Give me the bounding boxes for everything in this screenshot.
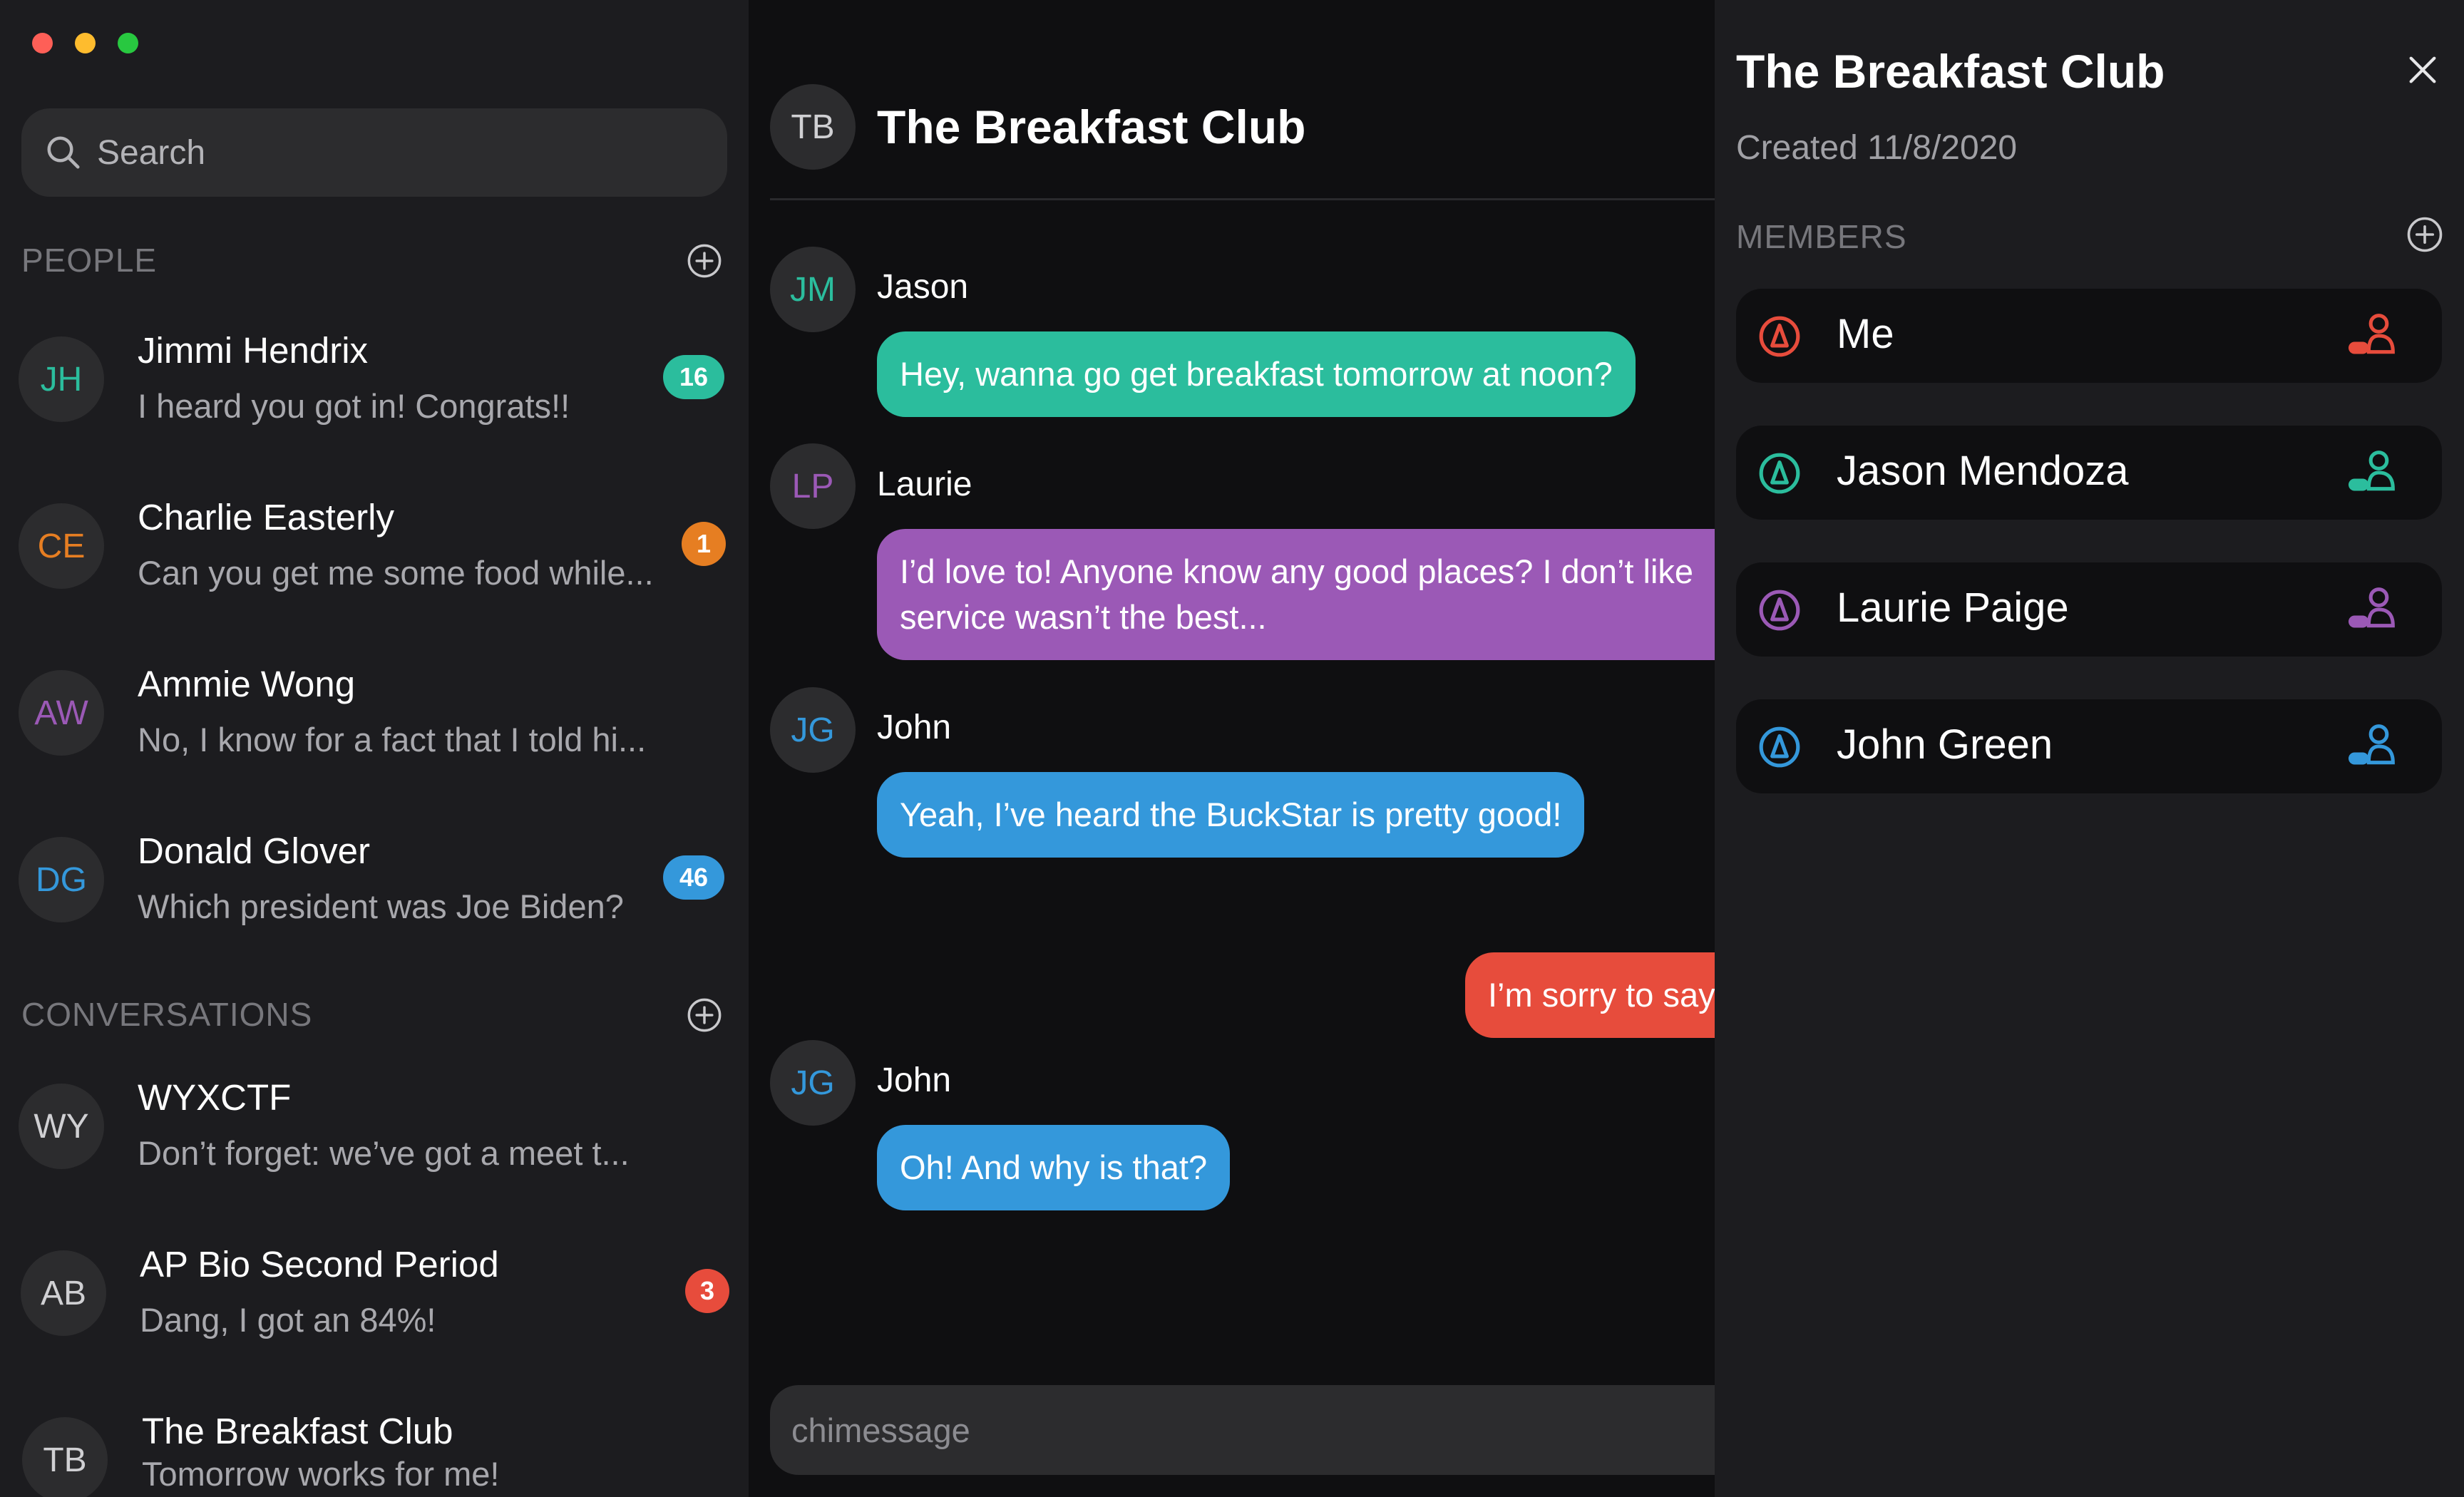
item-name: Charlie Easterly bbox=[138, 497, 394, 537]
avatar: AW bbox=[19, 670, 104, 756]
conversation-item-ap-bio[interactable]: AB AP Bio Second Period Dang, I got an 8… bbox=[0, 1213, 749, 1377]
group-info-panel: The Breakfast Club Created 11/8/2020 MEM… bbox=[1715, 0, 2464, 1497]
remove-member-icon[interactable] bbox=[2346, 722, 2399, 771]
remove-member-icon[interactable] bbox=[2346, 585, 2399, 634]
search-input[interactable] bbox=[97, 133, 667, 173]
avatar: WY bbox=[19, 1084, 104, 1169]
member-marker-icon bbox=[1759, 316, 1800, 357]
remove-member-icon[interactable] bbox=[2346, 312, 2399, 360]
message-sender: John bbox=[877, 1061, 952, 1099]
sidebar: PEOPLE JH Jimmi Hendrix I heard you got … bbox=[0, 0, 749, 1497]
close-icon[interactable] bbox=[2403, 50, 2443, 90]
person-item-jimmi[interactable]: JH Jimmi Hendrix I heard you got in! Con… bbox=[0, 299, 749, 463]
message-bubble: Yeah, I’ve heard the BuckStar is pretty … bbox=[877, 772, 1585, 858]
member-name: Jason Mendoza bbox=[1837, 448, 2129, 494]
member-marker-icon bbox=[1759, 590, 1800, 631]
search-icon bbox=[47, 136, 80, 169]
item-preview: Dang, I got an 84%! bbox=[140, 1301, 436, 1339]
search-bar[interactable] bbox=[21, 108, 727, 197]
item-preview: Don’t forget: we’ve got a meet t... bbox=[138, 1134, 630, 1172]
message-avatar: JM bbox=[770, 247, 856, 332]
message-bubble: Oh! And why is that? bbox=[877, 1125, 1231, 1210]
conversation-item-wyxctf[interactable]: WY WYXCTF Don’t forget: we’ve got a meet… bbox=[0, 1046, 749, 1210]
members-section-title: MEMBERS bbox=[1736, 218, 1907, 255]
window-controls bbox=[32, 33, 138, 53]
member-row-jason[interactable]: Jason Mendoza bbox=[1736, 426, 2442, 520]
member-name: John Green bbox=[1837, 721, 2053, 768]
app-window: PEOPLE JH Jimmi Hendrix I heard you got … bbox=[0, 0, 2464, 1497]
people-section-title: PEOPLE bbox=[21, 242, 158, 279]
panel-title: The Breakfast Club bbox=[1736, 45, 2165, 98]
item-name: AP Bio Second Period bbox=[140, 1244, 499, 1285]
avatar: TB bbox=[22, 1417, 108, 1497]
item-preview: Can you get me some food while... bbox=[138, 554, 654, 592]
add-conversation-icon[interactable] bbox=[686, 997, 723, 1034]
member-marker-icon bbox=[1759, 726, 1800, 768]
chat-area: TB The Breakfast Club JM Jason Hey, wann… bbox=[749, 0, 1718, 1497]
created-date: Created 11/8/2020 bbox=[1736, 129, 2018, 167]
maximize-window-button[interactable] bbox=[118, 33, 138, 53]
message-sender: John bbox=[877, 709, 952, 746]
unread-badge: 1 bbox=[682, 522, 726, 566]
minimize-window-button[interactable] bbox=[75, 33, 96, 53]
message-avatar: JG bbox=[770, 1040, 856, 1126]
message-sender: Jason bbox=[877, 268, 969, 306]
header-divider bbox=[770, 198, 1718, 200]
person-item-donald[interactable]: DG Donald Glover Which president was Joe… bbox=[0, 800, 749, 964]
message-line: I’d love to! Anyone know any good places… bbox=[900, 552, 1694, 590]
member-row-laurie[interactable]: Laurie Paige bbox=[1736, 562, 2442, 657]
item-name: The Breakfast Club bbox=[142, 1411, 453, 1451]
message-line: service wasn’t the best... bbox=[900, 598, 1267, 636]
close-window-button[interactable] bbox=[32, 33, 53, 53]
item-preview: Tomorrow works for me! bbox=[142, 1455, 500, 1493]
remove-member-icon[interactable] bbox=[2346, 448, 2399, 497]
message-bubble: Hey, wanna go get breakfast tomorrow at … bbox=[877, 331, 1636, 417]
conversations-section-title: CONVERSATIONS bbox=[21, 996, 313, 1033]
item-preview: I heard you got in! Congrats!! bbox=[138, 387, 570, 425]
item-name: WYXCTF bbox=[138, 1077, 292, 1118]
chat-title: The Breakfast Club bbox=[877, 101, 1306, 153]
member-row-john[interactable]: John Green bbox=[1736, 699, 2442, 793]
avatar: DG bbox=[19, 837, 104, 922]
member-row-me[interactable]: Me bbox=[1736, 289, 2442, 383]
message-sender: Laurie bbox=[877, 465, 972, 503]
add-member-icon[interactable] bbox=[2406, 215, 2444, 254]
avatar: CE bbox=[19, 503, 104, 589]
person-item-charlie[interactable]: CE Charlie Easterly Can you get me some … bbox=[0, 466, 749, 630]
unread-badge: 3 bbox=[685, 1269, 729, 1313]
conversation-item-breakfast-club[interactable]: TB The Breakfast Club Tomorrow works for… bbox=[0, 1380, 749, 1497]
add-person-icon[interactable] bbox=[686, 242, 723, 279]
unread-badge: 16 bbox=[663, 355, 724, 399]
member-marker-icon bbox=[1759, 453, 1800, 494]
member-name: Me bbox=[1837, 311, 1894, 357]
item-name: Ammie Wong bbox=[138, 664, 356, 704]
message-input[interactable] bbox=[791, 1410, 1647, 1450]
avatar: JH bbox=[19, 336, 104, 422]
message-avatar: LP bbox=[770, 443, 856, 529]
message-avatar: JG bbox=[770, 687, 856, 773]
own-message-bubble: I’m sorry to say bbox=[1465, 952, 1718, 1038]
item-preview: No, I know for a fact that I told hi... bbox=[138, 721, 647, 758]
person-item-ammie[interactable]: AW Ammie Wong No, I know for a fact that… bbox=[0, 633, 749, 797]
chat-avatar: TB bbox=[770, 84, 856, 170]
item-name: Jimmi Hendrix bbox=[138, 330, 369, 371]
member-name: Laurie Paige bbox=[1837, 585, 2069, 631]
message-composer[interactable] bbox=[770, 1385, 1718, 1475]
message-bubble: I’d love to! Anyone know any good places… bbox=[877, 529, 1718, 660]
item-name: Donald Glover bbox=[138, 830, 370, 871]
unread-badge: 46 bbox=[663, 855, 724, 900]
avatar: AB bbox=[21, 1250, 106, 1336]
item-preview: Which president was Joe Biden? bbox=[138, 888, 624, 925]
